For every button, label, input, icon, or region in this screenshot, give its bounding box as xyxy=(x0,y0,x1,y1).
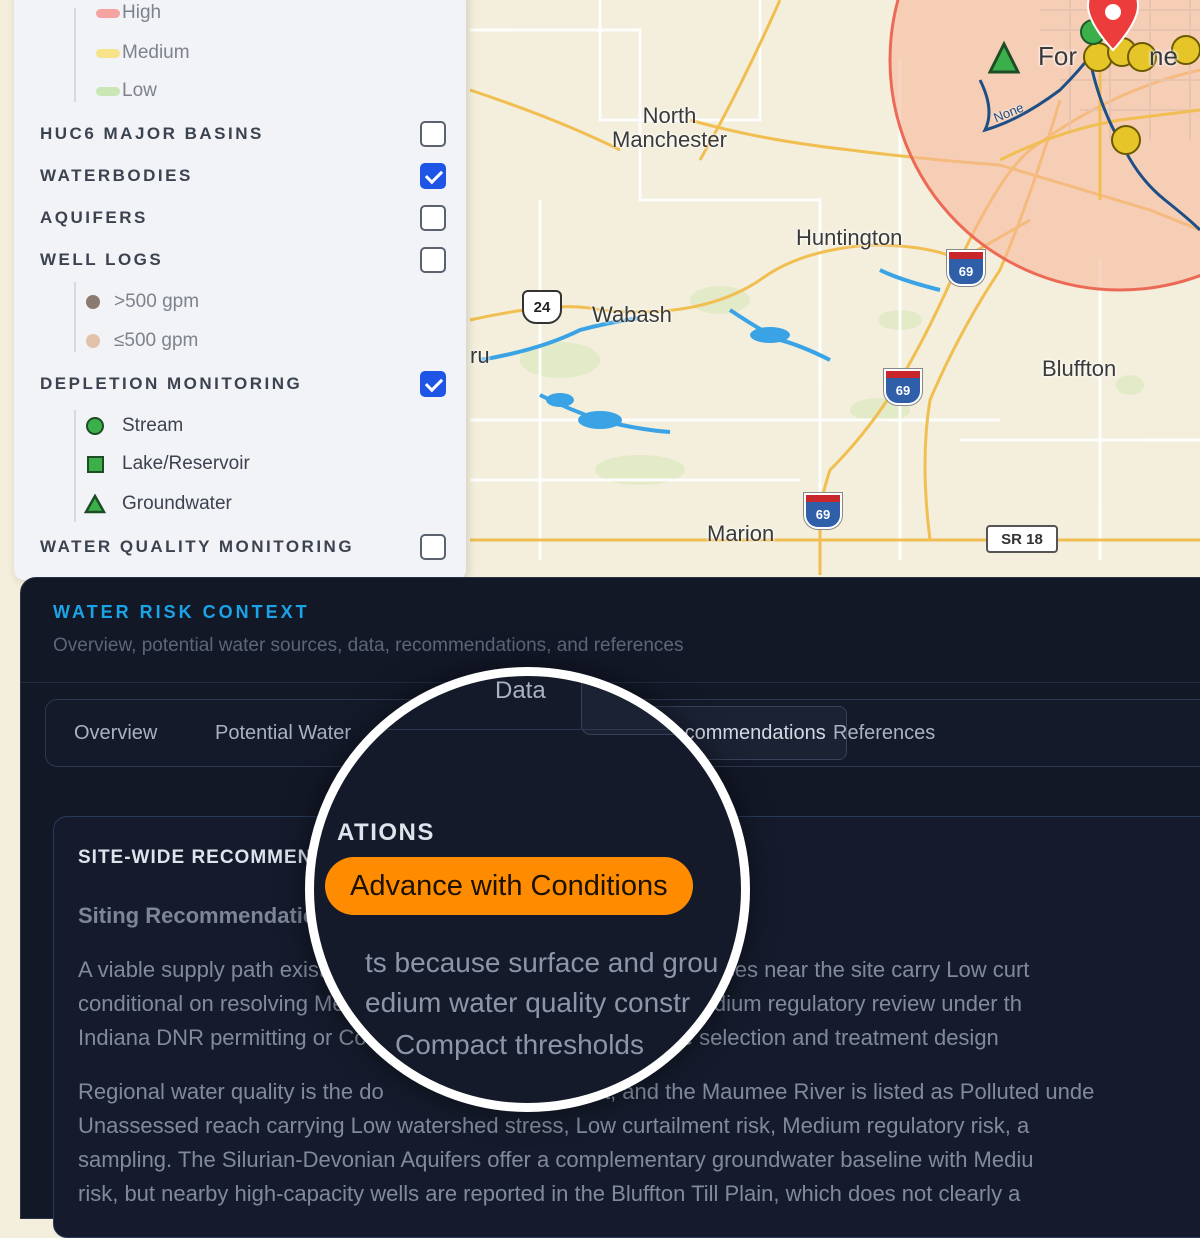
well-logs-checkbox[interactable] xyxy=(420,247,446,273)
city-label-huntington: Huntington xyxy=(796,225,903,250)
layer-aquifers[interactable]: AQUIFERS xyxy=(40,202,446,234)
aquifers-checkbox[interactable] xyxy=(420,205,446,231)
interstate-69-shield-icon: 69 xyxy=(947,250,985,286)
well-low-dot-icon xyxy=(86,334,100,348)
lens-tab-line xyxy=(314,729,741,730)
panel-subtitle: Overview, potential water sources, data,… xyxy=(53,635,684,656)
city-label-marion: Marion xyxy=(707,521,775,546)
lake-square-icon xyxy=(87,455,104,473)
huc6-checkbox[interactable] xyxy=(420,121,446,147)
lens-text-line-3: Compact thresholds xyxy=(395,1029,645,1060)
lens-tab-data: Data xyxy=(495,677,546,704)
lens-text-line-2: edium water quality constr xyxy=(365,987,691,1018)
lens-heading: ATIONS xyxy=(337,819,435,846)
waterbodies-checkbox[interactable] xyxy=(420,163,446,189)
city-label-north-manchester: North Manchester xyxy=(612,103,727,153)
depletion-checkbox[interactable] xyxy=(420,371,446,397)
lens-tab-recommendations: endations xyxy=(687,720,742,742)
layer-water-quality-monitoring[interactable]: WATER QUALITY MONITORING xyxy=(40,531,446,563)
city-label-peru: ru xyxy=(470,343,490,368)
layer-waterbodies[interactable]: WATERBODIES xyxy=(40,160,446,192)
interstate-69-shield-icon: 69 xyxy=(804,493,842,529)
low-swatch-icon xyxy=(96,86,120,96)
city-label-wabash: Wabash xyxy=(592,302,672,327)
high-swatch-icon xyxy=(96,8,120,18)
water-quality-checkbox[interactable] xyxy=(420,534,446,560)
layer-well-logs[interactable]: WELL LOGS xyxy=(40,244,446,276)
layer-huc6[interactable]: HUC6 MAJOR BASINS xyxy=(40,118,446,150)
layers-panel: High Medium Low HUC6 MAJOR BASINS WATERB… xyxy=(14,0,466,580)
interstate-69-shield-icon: 69 xyxy=(884,369,922,405)
well-high-dot-icon xyxy=(86,295,100,309)
sr-18-shield-icon: SR 18 xyxy=(986,525,1058,553)
city-label-bluffton: Bluffton xyxy=(1042,356,1117,381)
magnifier-lens: Data endations ATIONS Advance with Condi… xyxy=(305,667,750,1112)
card-subheading: Siting Recommendation xyxy=(78,903,330,928)
us-24-shield-icon: 24 xyxy=(522,290,562,324)
layer-depletion-monitoring[interactable]: DEPLETION MONITORING xyxy=(40,368,446,400)
stream-circle-icon xyxy=(86,417,104,435)
panel-title: WATER RISK CONTEXT xyxy=(53,602,310,622)
tab-overview[interactable]: Overview xyxy=(74,700,157,766)
status-badge: Advance with Conditions xyxy=(325,857,693,915)
city-label-fort-wayne: For ne xyxy=(1038,41,1178,71)
groundwater-triangle-icon xyxy=(84,494,106,514)
tab-references[interactable]: References xyxy=(833,700,935,766)
medium-swatch-icon xyxy=(96,48,120,58)
lens-text-line-1: ts because surface and grou xyxy=(365,947,719,978)
